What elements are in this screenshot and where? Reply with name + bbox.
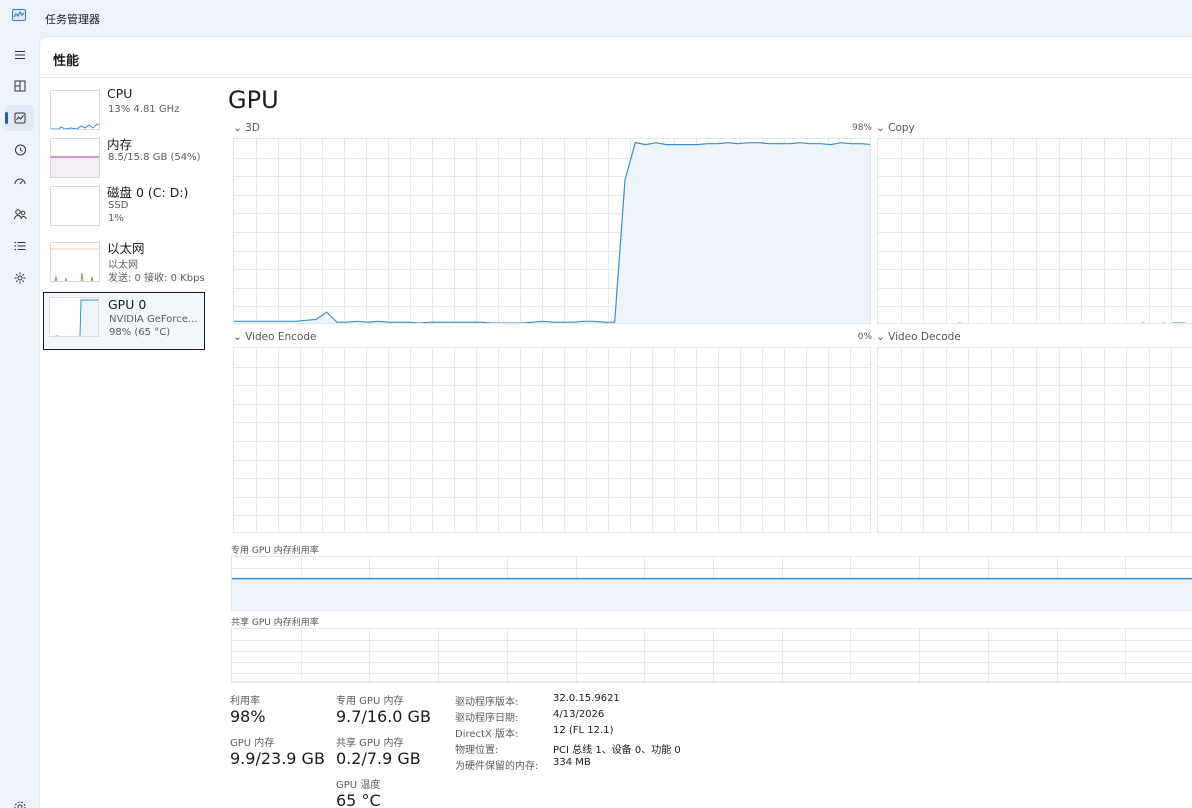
- nav-processes[interactable]: [5, 73, 34, 99]
- gpu-temperature-label: GPU 温度: [336, 780, 381, 791]
- info-key-physical-location: 物理位置:: [455, 745, 499, 756]
- page-title: 性能: [53, 54, 80, 69]
- dedicated-memory-stat-value: 9.7/16.0 GB: [336, 707, 431, 726]
- engine-label-3d[interactable]: ⌄ 3D: [233, 122, 260, 134]
- memory-thumbnail-graph: [50, 138, 100, 178]
- utilization-label: 利用率: [230, 696, 260, 707]
- gpu-title: GPU: [228, 86, 279, 114]
- window-title: 任务管理器: [45, 13, 100, 26]
- info-value-driver-date: 4/13/2026: [553, 709, 605, 720]
- info-key-hardware-reserved: 为硬件保留的内存:: [455, 761, 539, 772]
- usage-area: [234, 142, 870, 323]
- device-name: GPU 0: [108, 297, 147, 312]
- device-name: 磁盘 0 (C: D:): [107, 185, 189, 200]
- startup-apps-icon: [14, 178, 25, 185]
- device-item-disk[interactable]: 磁盘 0 (C: D:) SSD 1%: [44, 182, 206, 238]
- info-value-physical-location: PCI 总线 1、设备 0、功能 0: [553, 745, 681, 756]
- gpu-memory-label: GPU 内存: [230, 738, 275, 749]
- graph-dedicated-memory-plot: [232, 557, 1192, 610]
- device-detail: SSD: [108, 200, 129, 211]
- info-key-driver-date: 驱动程序日期:: [455, 713, 519, 724]
- main-panel: 性能 CPU 13% 4.81 GHz 内存 8.5/15.8 GB (54%)…: [39, 36, 1192, 808]
- nav-details[interactable]: [5, 233, 34, 259]
- device-item-ethernet[interactable]: 以太网 以太网 发送: 0 接收: 0 Kbps: [44, 238, 206, 294]
- nav-users[interactable]: [5, 201, 34, 227]
- disk-thumbnail-graph: [50, 186, 100, 226]
- processes-icon: [14, 80, 25, 92]
- graph-video-encode: [233, 347, 871, 533]
- engine-max-3d: 98%: [851, 123, 872, 133]
- chevron-down-icon: ⌄: [876, 331, 889, 343]
- navigation-rail: [0, 36, 39, 808]
- device-name: 内存: [107, 137, 133, 152]
- engine-label-video-decode[interactable]: ⌄ Video Decode: [876, 331, 961, 343]
- device-detail: NVIDIA GeForce...: [109, 314, 198, 325]
- engine-label-video-encode[interactable]: ⌄ Video Encode: [233, 331, 317, 343]
- graph-copy-plot: [878, 139, 1192, 323]
- info-key-directx: DirectX 版本:: [455, 729, 519, 740]
- settings-icon: [14, 801, 25, 808]
- nav-settings[interactable]: [5, 794, 34, 808]
- shared-memory-stat-value: 0.2/7.9 GB: [336, 749, 421, 768]
- chevron-down-icon: ⌄: [876, 122, 889, 134]
- header-divider: [40, 77, 1192, 78]
- chevron-down-icon: ⌄: [233, 122, 246, 134]
- graph-3d: [233, 138, 871, 324]
- graph-shared-memory: [231, 628, 1192, 683]
- gpu-thumbnail-graph: [49, 297, 99, 337]
- device-throughput: 发送: 0 接收: 0 Kbps: [108, 273, 205, 284]
- graph-3d-plot: [234, 139, 870, 323]
- device-item-gpu0[interactable]: GPU 0 NVIDIA GeForce... 98% (65 °C): [43, 292, 205, 350]
- device-name: CPU: [107, 86, 133, 101]
- engine-max-video-encode: 0%: [857, 332, 872, 342]
- cpu-thumbnail-graph: [50, 90, 100, 130]
- info-value-directx: 12 (FL 12.1): [553, 725, 614, 736]
- info-value-driver-version: 32.0.15.9621: [553, 693, 620, 704]
- device-detail: 13% 4.81 GHz: [108, 104, 180, 115]
- nav-startup-apps[interactable]: [5, 169, 34, 195]
- info-value-hardware-reserved: 334 MB: [553, 757, 591, 768]
- shared-memory-stat-label: 共享 GPU 内存: [336, 738, 404, 749]
- users-icon: [13, 209, 26, 220]
- task-manager-app-icon: [12, 9, 26, 21]
- services-icon: [14, 272, 25, 284]
- gpu-memory-value: 9.9/23.9 GB: [230, 749, 325, 768]
- ethernet-thumbnail-graph: [50, 242, 100, 282]
- usage-line: [956, 322, 1187, 323]
- engine-label-copy[interactable]: ⌄ Copy: [876, 122, 915, 134]
- hamburger-icon: [14, 50, 25, 60]
- memory-level-fill: [232, 578, 1192, 610]
- info-key-driver-version: 驱动程序版本:: [455, 697, 519, 708]
- graph-video-decode-plot: [878, 348, 1192, 532]
- device-detail: 8.5/15.8 GB (54%): [108, 152, 201, 163]
- title-bar: 任务管理器: [0, 0, 1192, 36]
- graph-dedicated-memory: [231, 556, 1192, 611]
- app-history-icon: [14, 144, 26, 156]
- chevron-down-icon: ⌄: [233, 331, 246, 343]
- dedicated-memory-stat-label: 专用 GPU 内存: [336, 696, 404, 707]
- nav-app-history[interactable]: [5, 137, 34, 163]
- performance-icon: [14, 112, 25, 124]
- details-icon: [13, 241, 25, 251]
- device-name: 以太网: [107, 241, 145, 256]
- nav-performance[interactable]: [5, 105, 34, 131]
- nav-services[interactable]: [5, 265, 34, 291]
- graph-video-encode-plot: [234, 348, 870, 532]
- device-usage: 1%: [108, 213, 124, 224]
- graph-copy: [877, 138, 1192, 324]
- utilization-value: 98%: [230, 707, 266, 726]
- device-usage: 98% (65 °C): [109, 327, 171, 338]
- dedicated-memory-label: 专用 GPU 内存利用率: [231, 546, 319, 556]
- shared-memory-label: 共享 GPU 内存利用率: [231, 618, 319, 628]
- gpu-temperature-value: 65 °C: [336, 791, 381, 808]
- hamburger-button[interactable]: [5, 42, 34, 68]
- graph-video-decode: [877, 347, 1192, 533]
- graph-shared-memory-plot: [232, 629, 1192, 682]
